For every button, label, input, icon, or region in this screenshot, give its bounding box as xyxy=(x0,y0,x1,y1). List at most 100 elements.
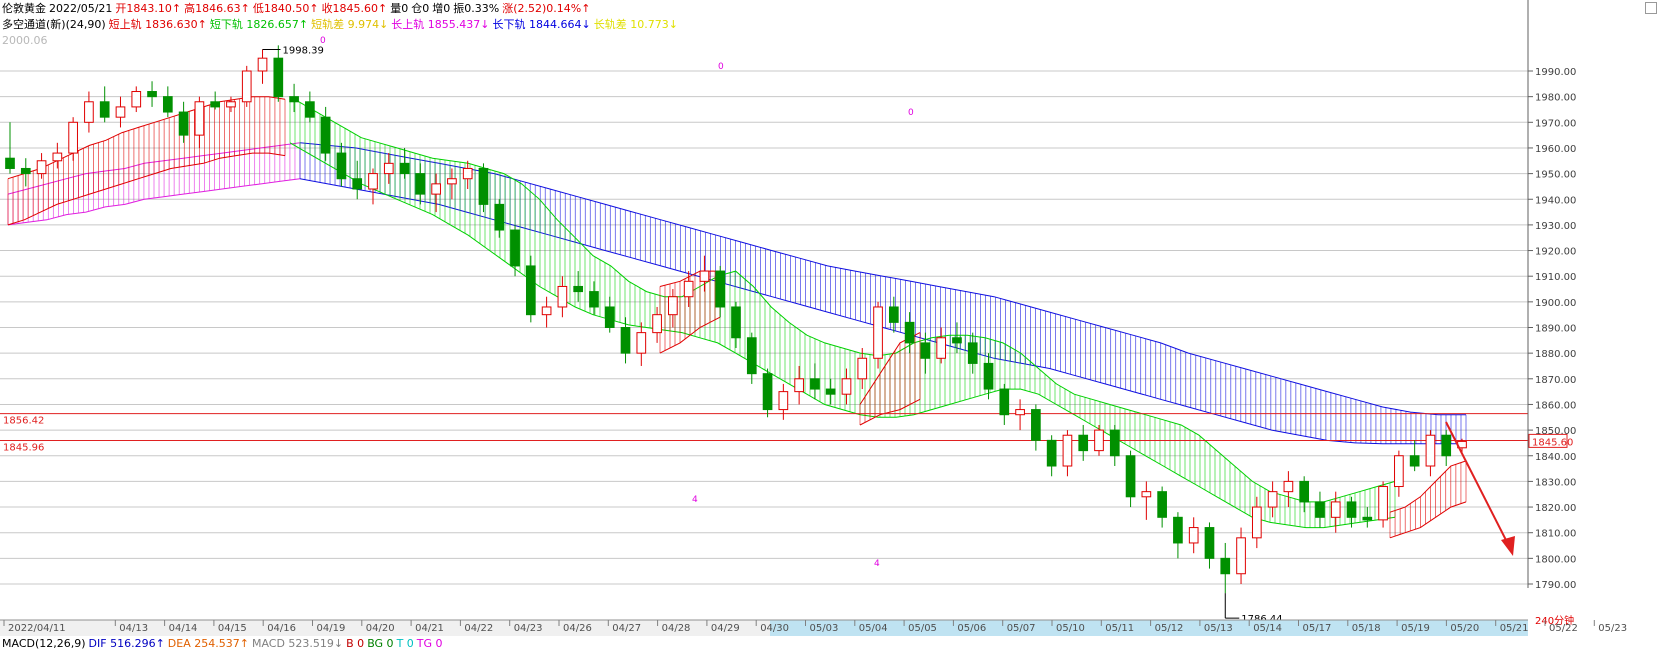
candle-body xyxy=(1236,537,1246,575)
candle-body xyxy=(368,173,378,190)
candle-body xyxy=(1015,409,1025,416)
candle-body xyxy=(1362,516,1373,521)
quote-field-1: 2022/05/21 xyxy=(49,2,113,15)
date-label: 04/20 xyxy=(366,623,395,634)
candle-body xyxy=(36,160,47,175)
candle-body xyxy=(731,306,741,339)
candle-body xyxy=(510,229,520,267)
candle-body xyxy=(52,152,63,162)
candle-body xyxy=(1109,429,1120,457)
candle-body xyxy=(668,296,678,316)
y-tick-label: 1800.00 xyxy=(1535,554,1576,565)
candle-body xyxy=(462,167,473,180)
candle-body xyxy=(68,121,78,154)
candle-body xyxy=(541,306,552,316)
macd-field-7: TG 0 xyxy=(416,637,443,650)
date-label: 04/21 xyxy=(415,623,444,634)
date-label: 04/19 xyxy=(317,623,346,634)
candle-body xyxy=(320,116,331,154)
date-label: 05/22 xyxy=(1549,623,1578,634)
candle-body xyxy=(1046,439,1057,467)
date-label: 05/06 xyxy=(957,623,986,634)
candle-body xyxy=(525,265,536,316)
candle-body xyxy=(447,178,457,185)
candle-body xyxy=(620,327,631,354)
candle-body xyxy=(1125,455,1136,498)
quote-field-6: 量0 xyxy=(390,2,409,15)
candle-body xyxy=(1078,434,1089,452)
candle-body xyxy=(494,203,505,231)
short-channel-red-upper xyxy=(7,96,286,180)
signal-zero: 0 xyxy=(320,36,326,46)
candle-body xyxy=(257,57,268,72)
short-channel-green-upper xyxy=(289,96,1396,503)
candle-body xyxy=(1204,527,1215,559)
date-label: 05/21 xyxy=(1500,623,1529,634)
candle-body xyxy=(1062,434,1073,467)
quote-field-3: 高1846.63↑ xyxy=(184,2,250,15)
chart-stage: 1856.421845.961845.60 1998.391786.440004… xyxy=(0,0,1662,650)
candle-body xyxy=(1188,527,1199,544)
price-axis: 1790.00 1800.00 1810.00 1820.00 1830.00 1840.… xyxy=(1527,0,1576,627)
candle-body xyxy=(115,106,126,118)
indicator-field-2: 短下轨 1826.657↑ xyxy=(209,18,309,31)
y-tick-label: 1820.00 xyxy=(1535,503,1576,514)
candle-body xyxy=(967,342,978,364)
candle-body xyxy=(999,388,1010,416)
hline-label-1: 1856.42 xyxy=(3,416,44,427)
candle-body xyxy=(478,167,489,205)
date-label: 05/12 xyxy=(1155,623,1184,634)
candle-body xyxy=(825,388,836,395)
candle-body xyxy=(636,332,647,354)
quote-field-10: 涨(2.52)0.14%↑ xyxy=(502,2,591,15)
candle-body xyxy=(399,162,410,175)
candle-body xyxy=(794,378,804,393)
date-label: 04/16 xyxy=(267,623,296,634)
indicator-field-6: 长轨差 10.773↓ xyxy=(593,18,678,31)
y-tick-label: 1950.00 xyxy=(1535,170,1576,181)
candle-body xyxy=(715,270,726,308)
candle-body xyxy=(352,178,363,190)
candle-body xyxy=(699,270,710,282)
info-line-2: 多空通道(新)(24,90) 短上轨 1836.630↑ 短下轨 1826.657↑… xyxy=(2,18,681,32)
candle-body xyxy=(573,285,584,293)
candle-body xyxy=(305,101,315,118)
candle-body xyxy=(131,91,142,108)
candle-body xyxy=(5,157,15,169)
y-tick-label: 1990.00 xyxy=(1535,67,1576,78)
date-label: 04/29 xyxy=(711,623,740,634)
candle-body xyxy=(273,57,284,98)
y-tick-label: 1960.00 xyxy=(1535,144,1576,155)
candle-body xyxy=(1330,501,1341,518)
candle-body xyxy=(1251,506,1262,539)
chart-annotations: 1998.391786.4400044 xyxy=(262,36,1515,625)
candle-body xyxy=(1315,501,1325,518)
candle-body xyxy=(194,101,205,136)
date-label: 05/14 xyxy=(1253,623,1282,634)
candlestick-chart: 1856.421845.961845.60 1998.391786.440004… xyxy=(0,0,1627,636)
top-value: 2000.06 xyxy=(2,34,48,47)
forecast-arrow-head xyxy=(1501,536,1515,556)
date-label: 04/15 xyxy=(218,623,247,634)
quote-field-5: 收1845.60↑ xyxy=(321,2,388,15)
quote-field-8: 增0 xyxy=(432,2,451,15)
macd-field-3: MACD 523.519↓ xyxy=(251,637,344,650)
y-tick-label: 1940.00 xyxy=(1535,195,1576,206)
y-tick-label: 1810.00 xyxy=(1535,529,1576,540)
date-label: 05/07 xyxy=(1007,623,1036,634)
candle-body xyxy=(1299,480,1310,503)
date-label: 04/23 xyxy=(514,623,543,634)
candle-body xyxy=(952,337,962,344)
date-label: 05/11 xyxy=(1105,623,1134,634)
window-toggle-button[interactable] xyxy=(1645,2,1657,14)
candle-body xyxy=(1094,429,1104,452)
date-label: 05/18 xyxy=(1352,623,1381,634)
y-tick-label: 1930.00 xyxy=(1535,221,1576,232)
candle-body xyxy=(873,306,883,359)
candle-body xyxy=(888,306,899,323)
candle-body xyxy=(431,183,441,195)
candle-body xyxy=(99,101,110,118)
candle-body xyxy=(20,167,31,175)
candle-body xyxy=(147,91,157,98)
candle-body xyxy=(1031,409,1041,441)
